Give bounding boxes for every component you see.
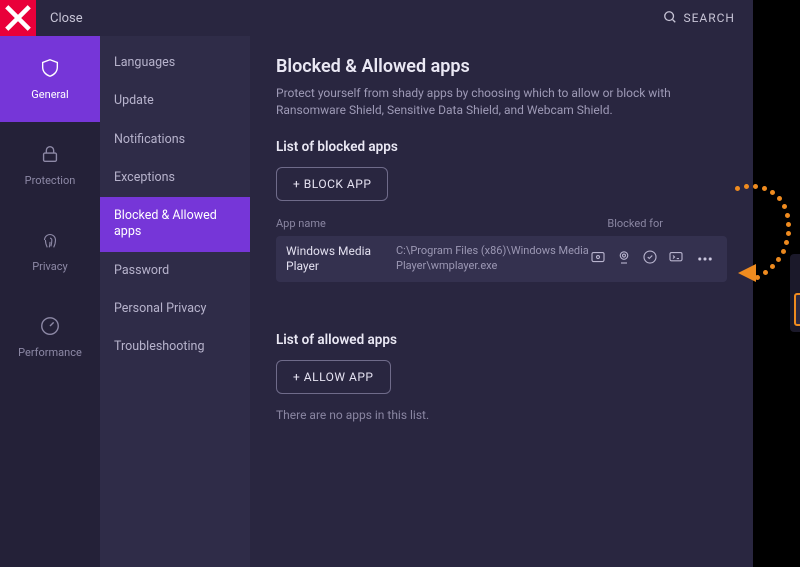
subnav-exceptions[interactable]: Exceptions — [100, 159, 250, 197]
annotation-arrow-icon — [736, 262, 758, 288]
subnav-update[interactable]: Update — [100, 82, 250, 120]
app-window: Close SEARCH General Protection — [0, 0, 753, 567]
ctx-remove[interactable]: Remove — [794, 293, 800, 326]
rail-item-performance[interactable]: Performance — [0, 294, 100, 380]
remote-access-icon — [667, 248, 685, 270]
rail-nav: General Protection Privacy Performance — [0, 36, 100, 567]
row-context-menu: Change blocked features Remove — [790, 254, 800, 332]
page-title: Blocked & Allowed apps — [276, 56, 727, 77]
rail-label: Performance — [18, 346, 82, 359]
rail-label: Protection — [25, 174, 76, 187]
block-app-button[interactable]: + BLOCK APP — [276, 167, 388, 201]
ransomware-shield-icon — [589, 248, 607, 270]
shield-icon — [39, 57, 61, 82]
gauge-icon — [39, 315, 61, 340]
webcam-shield-icon — [615, 248, 633, 270]
row-app-path: C:\Program Files (x86)\Windows Media Pla… — [396, 244, 589, 273]
search-label: SEARCH — [683, 11, 735, 25]
fingerprint-icon — [39, 229, 61, 254]
search-icon — [663, 10, 677, 27]
subnav-notifications[interactable]: Notifications — [100, 121, 250, 159]
rail-label: General — [31, 88, 68, 101]
more-icon[interactable] — [693, 247, 717, 271]
rail-item-privacy[interactable]: Privacy — [0, 208, 100, 294]
subnav-languages[interactable]: Languages — [100, 44, 250, 82]
subnav-blocked-allowed[interactable]: Blocked & Allowed apps — [100, 197, 250, 252]
rail-item-general[interactable]: General — [0, 36, 100, 122]
allowed-empty-text: There are no apps in this list. — [276, 408, 727, 422]
col-blocked-for: Blocked for — [607, 217, 727, 230]
row-feature-icons — [589, 247, 717, 271]
close-icon[interactable] — [0, 0, 36, 36]
blocked-table-header: App name Blocked for — [276, 217, 727, 230]
blocked-section-title: List of blocked apps — [276, 139, 727, 155]
allow-app-button[interactable]: + ALLOW APP — [276, 360, 391, 394]
subnav-personal-privacy[interactable]: Personal Privacy — [100, 290, 250, 328]
sensitive-data-icon — [641, 248, 659, 270]
main-content: Blocked & Allowed apps Protect yourself … — [250, 36, 753, 567]
search-button[interactable]: SEARCH — [663, 10, 753, 27]
titlebar: Close SEARCH — [0, 0, 753, 36]
rail-label: Privacy — [32, 260, 68, 273]
lock-icon — [39, 143, 61, 168]
subnav-troubleshooting[interactable]: Troubleshooting — [100, 328, 250, 366]
col-app-name: App name — [276, 217, 396, 230]
page-description: Protect yourself from shady apps by choo… — [276, 85, 727, 119]
blocked-app-row: Windows Media Player C:\Program Files (x… — [276, 236, 727, 282]
subnav-password[interactable]: Password — [100, 252, 250, 290]
row-app-name: Windows Media Player — [286, 244, 396, 274]
ctx-change-features[interactable]: Change blocked features — [790, 260, 800, 293]
allowed-section-title: List of allowed apps — [276, 332, 727, 348]
body: General Protection Privacy Performance — [0, 36, 753, 567]
close-label[interactable]: Close — [36, 11, 663, 26]
rail-item-protection[interactable]: Protection — [0, 122, 100, 208]
settings-subnav: Languages Update Notifications Exception… — [100, 36, 250, 567]
